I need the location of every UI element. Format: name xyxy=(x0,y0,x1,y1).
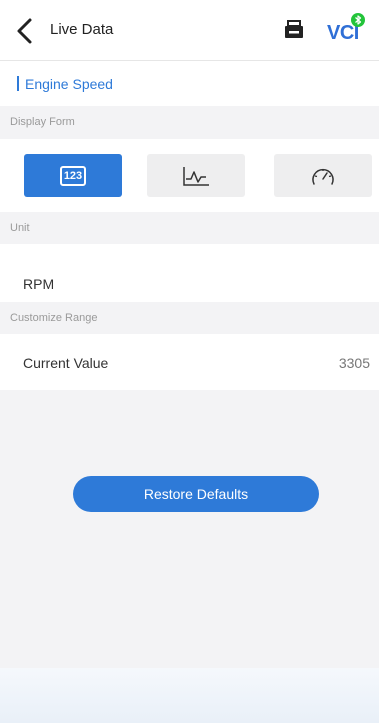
print-button[interactable] xyxy=(283,19,305,41)
back-button[interactable] xyxy=(14,17,36,45)
chevron-left-icon xyxy=(17,18,32,44)
unit-value: RPM xyxy=(23,276,55,292)
bluetooth-icon xyxy=(355,15,362,25)
header-bar: Live Data VCI xyxy=(0,0,379,61)
display-form-label: Display Form xyxy=(10,116,75,128)
unit-row[interactable]: RPM xyxy=(0,244,379,302)
customize-range-label: Customize Range xyxy=(10,312,98,324)
unit-label: Unit xyxy=(10,222,30,234)
page-title: Live Data xyxy=(50,21,114,38)
display-form-label-row: Display Form xyxy=(0,106,379,138)
gauge-icon xyxy=(312,168,334,185)
current-value-row: Current Value 3305 xyxy=(0,334,379,390)
restore-defaults-button[interactable]: Restore Defaults xyxy=(73,476,319,512)
display-form-digital-button[interactable]: 123 xyxy=(24,154,122,197)
vci-connection-button[interactable]: VCI xyxy=(327,13,369,45)
title-accent-bar xyxy=(17,76,19,91)
number-123-icon: 123 xyxy=(60,165,86,186)
section-title: Engine Speed xyxy=(25,76,113,92)
bluetooth-status-badge xyxy=(351,13,365,27)
print-icon xyxy=(285,20,303,38)
current-value: 3305 xyxy=(338,355,370,371)
customize-range-label-row: Customize Range xyxy=(0,302,379,334)
unit-label-row: Unit xyxy=(0,212,379,244)
line-chart-icon xyxy=(183,166,209,186)
display-form-graph-button[interactable] xyxy=(147,154,245,197)
display-form-gauge-button[interactable] xyxy=(274,154,372,197)
section-header: Engine Speed xyxy=(0,61,379,106)
current-value-label: Current Value xyxy=(23,355,109,371)
display-form-options: 123 xyxy=(0,139,379,212)
bottom-bar xyxy=(0,668,379,723)
